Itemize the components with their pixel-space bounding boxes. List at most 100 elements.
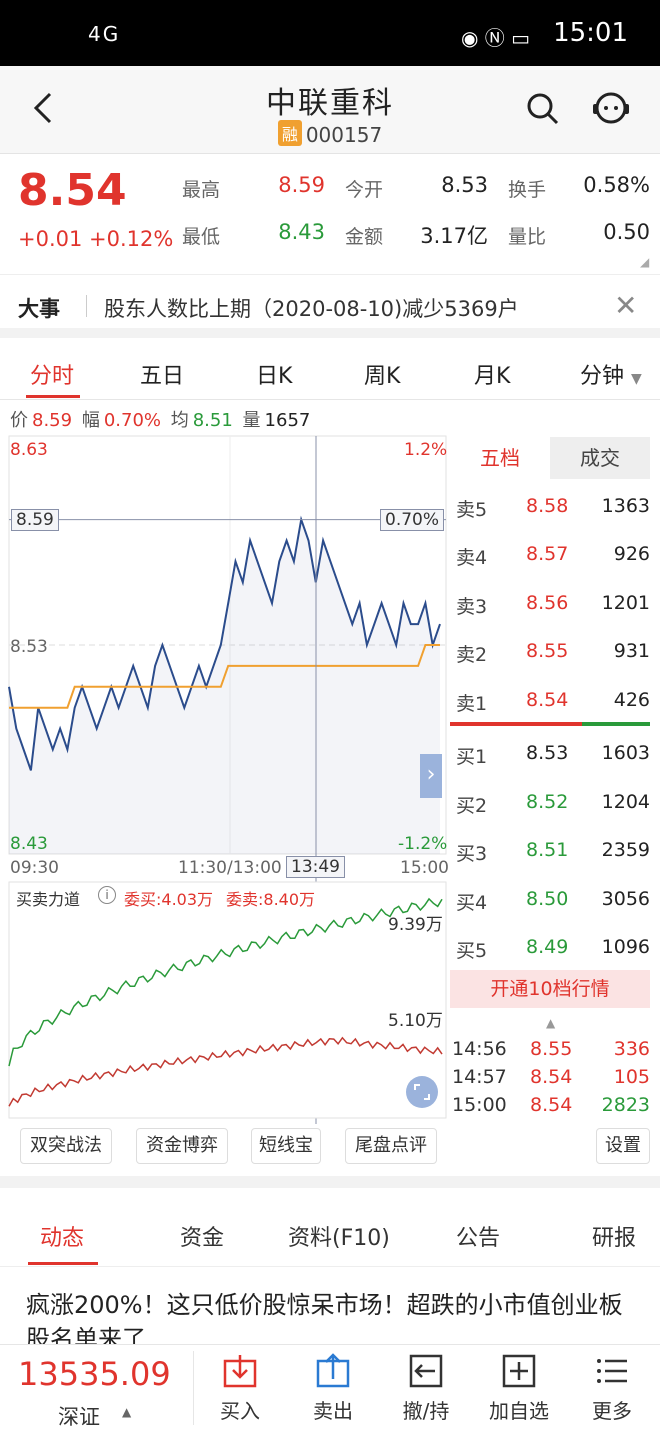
add-watchlist-label: 加自选 (489, 1399, 549, 1423)
search-icon[interactable] (526, 92, 560, 126)
time-end: 15:00 (400, 858, 449, 878)
bid-volume: 1204 (601, 791, 650, 813)
info-amplitude: 0.70% (103, 410, 161, 431)
fullscreen-icon[interactable] (406, 1076, 438, 1108)
bid-row: 买4 8.50 3056 (456, 888, 650, 928)
stat-label: 今开 (345, 179, 384, 201)
tab-weekly-k[interactable]: 周K (364, 358, 400, 390)
stat-label: 金额 (345, 226, 384, 248)
tab-five-levels[interactable]: 五档 (450, 437, 550, 479)
bid-name: 买1 (456, 746, 488, 768)
cancel-hold-button[interactable]: 撤/持 (386, 1353, 466, 1424)
sell-button[interactable]: 卖出 (293, 1353, 373, 1424)
crosshair-pct-label: 0.70% (380, 509, 445, 531)
tool-fund-game[interactable]: 资金博弈 (136, 1128, 228, 1164)
settings-button[interactable]: 设置 (596, 1128, 650, 1164)
stat-value: 8.43 (278, 220, 325, 244)
bid-name: 买4 (456, 892, 488, 914)
force-title: 买卖力道 (16, 890, 81, 909)
tab-intraday[interactable]: 分时 (30, 358, 74, 390)
tool-double-breakout[interactable]: 双突战法 (20, 1128, 112, 1164)
buy-icon (222, 1353, 258, 1389)
stock-name: 中联重科 (266, 86, 394, 121)
more-button[interactable]: 更多 (572, 1353, 652, 1424)
tab-funds[interactable]: 资金 (180, 1220, 224, 1252)
cancel-order-icon (408, 1353, 444, 1389)
force-panel-frame (8, 881, 447, 1119)
divider (0, 1266, 660, 1267)
ask-name: 卖1 (456, 693, 488, 715)
event-bar[interactable]: 大事 股东人数比上期（2020-08-10)减少5369户 ✕ (0, 274, 660, 338)
tab-monthly-k[interactable]: 月K (474, 358, 510, 390)
add-watchlist-button[interactable]: 加自选 (479, 1353, 559, 1424)
sell-force-label: 委卖:8.40万 (226, 890, 316, 909)
bid-price: 8.50 (526, 888, 569, 910)
y-axis-high: 8.63 (10, 440, 48, 460)
bid-volume: 1603 (601, 742, 650, 764)
cancel-hold-label: 撤/持 (402, 1399, 450, 1423)
customer-service-icon[interactable] (590, 88, 632, 130)
event-text[interactable]: 股东人数比上期（2020-08-10)减少5369户 (104, 293, 519, 323)
bid-price: 8.49 (526, 936, 569, 958)
intraday-chart[interactable] (0, 434, 450, 1124)
crosshair-time-label: 13:49 (286, 856, 345, 878)
chevron-up-icon[interactable]: ▲ (122, 1405, 131, 1419)
bid-price: 8.53 (526, 742, 569, 764)
tool-close-review[interactable]: 尾盘点评 (345, 1128, 437, 1164)
stock-code: 000157 (305, 123, 383, 147)
section-separator (0, 1176, 660, 1188)
tab-minute[interactable]: 分钟 ▼ (580, 358, 642, 390)
ask-name: 卖3 (456, 596, 488, 618)
trade-volume: 336 (613, 1038, 650, 1060)
tab-five-day[interactable]: 五日 (140, 358, 184, 390)
divider (193, 1351, 194, 1425)
ask-row: 卖2 8.55 931 (456, 640, 650, 680)
buy-button[interactable]: 买入 (200, 1353, 280, 1424)
buy-label: 买入 (220, 1399, 260, 1423)
trade-price: 8.54 (530, 1094, 573, 1116)
news-headline[interactable]: 疯涨200%！这只低价股惊呆市场！超跌的小市值创业板股名单来了 (26, 1288, 636, 1344)
ask-price: 8.55 (526, 640, 569, 662)
tab-f10[interactable]: 资料(F10) (288, 1220, 390, 1252)
current-price: 8.54 (18, 165, 127, 216)
upgrade-10-level-button[interactable]: 开通10档行情 (450, 970, 650, 1008)
order-book-divider (450, 722, 650, 726)
clock: 15:01 (553, 18, 628, 48)
stat-label: 最低 (182, 226, 221, 248)
info-label: 量 (242, 410, 261, 431)
bid-name: 买3 (456, 843, 488, 865)
collapse-up-icon[interactable]: ▲ (546, 1016, 555, 1030)
index-name[interactable]: 深证 (58, 1401, 100, 1430)
ask-row: 卖4 8.57 926 (456, 543, 650, 583)
ask-volume: 1201 (601, 592, 650, 614)
ask-row: 卖5 8.58 1363 (456, 495, 650, 535)
ask-name: 卖2 (456, 644, 488, 666)
tool-short-term[interactable]: 短线宝 (251, 1128, 321, 1164)
sell-label: 卖出 (313, 1399, 353, 1423)
info-volume: 1657 (264, 410, 311, 431)
header: 中联重科 融 000157 (0, 66, 660, 154)
force-top-value: 9.39万 (388, 915, 443, 935)
tab-minute-label: 分钟 (580, 364, 625, 389)
tab-news[interactable]: 动态 (40, 1220, 84, 1252)
stat-label: 最高 (182, 179, 221, 201)
tab-daily-k[interactable]: 日K (256, 358, 292, 390)
sell-icon (315, 1353, 351, 1389)
ask-price: 8.56 (526, 592, 569, 614)
time-start: 09:30 (10, 858, 59, 878)
corner-expand-icon[interactable]: ◢ (640, 255, 649, 269)
expand-handle[interactable]: › (420, 754, 442, 798)
signal-indicator: 4G (88, 22, 121, 46)
trade-volume: 2823 (601, 1094, 650, 1116)
index-value[interactable]: 13535.09 (18, 1355, 171, 1393)
bid-volume: 2359 (601, 839, 650, 861)
ask-volume: 931 (613, 640, 650, 662)
ask-volume: 926 (613, 543, 650, 565)
tab-announcements[interactable]: 公告 (456, 1220, 500, 1252)
tab-trades[interactable]: 成交 (550, 437, 650, 479)
trade-time: 14:56 (452, 1038, 507, 1060)
buy-force-label: 委买:4.03万 (124, 890, 214, 909)
close-icon[interactable]: ✕ (614, 289, 637, 322)
info-icon[interactable]: i (98, 886, 116, 904)
tab-research[interactable]: 研报 (592, 1220, 636, 1252)
